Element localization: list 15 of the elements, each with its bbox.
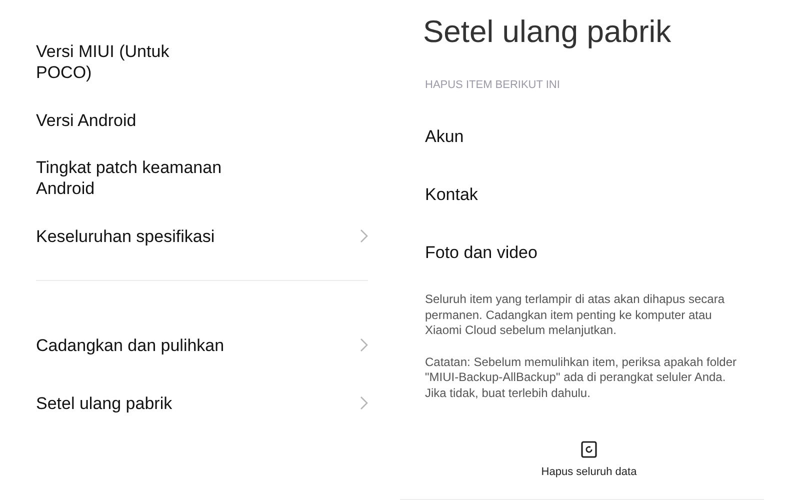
erase-item: Kontak [425, 184, 478, 206]
erase-item: Foto dan video [425, 242, 538, 264]
settings-item[interactable]: Versi Android [36, 110, 136, 130]
page-title: Setel ulang pabrik [423, 14, 672, 49]
settings-item[interactable]: Tingkat patch keamanan Android [36, 157, 222, 199]
warning-text: Catatan: Sebelum memulihkan item, periksa apakah folder "MIUI-Backup-AllBackup" ada di perangkat seluler Anda. Jika tidak, buat terlebih dahulu. [425, 354, 738, 401]
settings-item[interactable]: Cadangkan dan pulihkan [36, 334, 224, 356]
section-header: HAPUS ITEM BERIKUT INI [425, 79, 560, 91]
settings-item[interactable]: Setel ulang pabrik [36, 392, 172, 414]
action-label[interactable]: Hapus seluruh data [541, 464, 637, 480]
settings-item[interactable]: Keseluruhan spesifikasi [36, 226, 215, 246]
warning-text: Seluruh item yang terlampir di atas akan dihapus secara permanen. Cadangkan item penting ke komputer atau Xiaomi Cloud sebelum melanjutkan. [425, 292, 726, 338]
settings-item[interactable]: Versi MIUI (Untuk POCO) [36, 41, 170, 83]
erase-item: Akun [425, 126, 464, 148]
reset-icon[interactable] [581, 441, 597, 458]
